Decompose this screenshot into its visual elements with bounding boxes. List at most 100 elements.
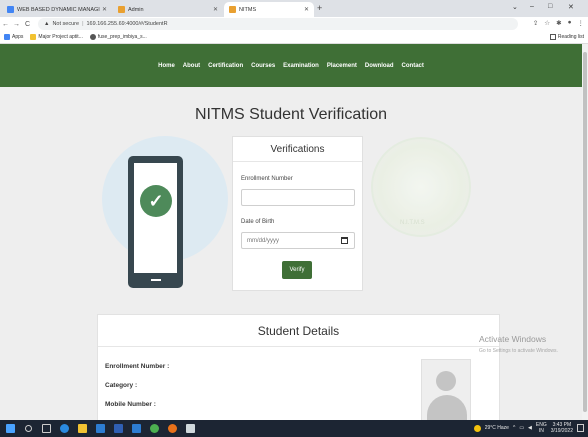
enrollment-label: Enrollment Number xyxy=(241,176,293,182)
activate-windows-subtitle: Go to Settings to activate Windows. xyxy=(479,348,558,354)
browser-tab-strip: WEB BASED DYNAMIC MANAGI ✕ Admin ✕ NITMS… xyxy=(0,0,588,17)
windows-taskbar: 29°C Haze ^ ▭ ◀ ENG IN 3:43 PM 3/19/2022 xyxy=(0,420,588,437)
browser-tab-3[interactable]: NITMS ✕ xyxy=(224,2,314,17)
enrollment-number-field: Enrollment Number : xyxy=(105,363,170,370)
forward-icon[interactable]: → xyxy=(11,21,22,28)
nav-certification[interactable]: Certification xyxy=(208,63,243,69)
reading-list-button[interactable]: Reading list xyxy=(549,34,584,40)
minimize-icon[interactable]: – xyxy=(530,3,534,10)
chevron-up-icon[interactable]: ^ xyxy=(513,425,515,431)
tab-search-icon[interactable]: ⌄ xyxy=(512,3,518,11)
browser-tab-1[interactable]: WEB BASED DYNAMIC MANAGI ✕ xyxy=(2,2,112,17)
nav-home[interactable]: Home xyxy=(158,63,175,69)
close-icon[interactable]: ✕ xyxy=(213,6,218,13)
tab-title: Admin xyxy=(128,6,144,13)
extensions-icon[interactable]: ✱ xyxy=(556,19,561,27)
calendar-icon[interactable] xyxy=(341,237,348,244)
nav-examination[interactable]: Examination xyxy=(283,63,319,69)
edge-icon[interactable] xyxy=(60,424,69,433)
bookmark-apps[interactable]: Apps xyxy=(4,34,23,40)
search-icon[interactable] xyxy=(25,425,32,432)
category-field: Category : xyxy=(105,382,138,389)
url-field[interactable]: ▲ Not secure | 169.166.255.69:4000/#/Stu… xyxy=(38,18,518,30)
tab-favicon-icon xyxy=(7,6,14,13)
verification-card: Verifications Enrollment Number Date of … xyxy=(232,136,363,291)
app-icon[interactable] xyxy=(186,424,195,433)
apps-grid-icon xyxy=(4,34,10,40)
reading-list-label: Reading list xyxy=(557,34,584,40)
page-scrollbar[interactable] xyxy=(582,44,588,420)
warning-icon[interactable]: ▲ xyxy=(44,21,49,27)
nav-contact[interactable]: Contact xyxy=(402,63,424,69)
tab-favicon-icon xyxy=(118,6,125,13)
avatar-body xyxy=(427,395,467,420)
nav-download[interactable]: Download xyxy=(365,63,394,69)
site-navbar: Home About Certification Courses Examina… xyxy=(0,44,582,87)
nav-courses[interactable]: Courses xyxy=(251,63,275,69)
share-icon[interactable]: ⇪ xyxy=(533,19,538,27)
language-region: IN xyxy=(538,428,544,434)
folder-icon xyxy=(30,34,37,40)
new-tab-icon[interactable]: + xyxy=(317,3,322,13)
notifications-icon[interactable] xyxy=(577,424,584,432)
verification-heading: Verifications xyxy=(233,137,362,162)
student-details-card: Student Details Enrollment Number : Cate… xyxy=(97,314,500,420)
tab-title: NITMS xyxy=(239,6,257,13)
enrollment-number-input[interactable] xyxy=(241,189,355,206)
dob-placeholder: mm/dd/yyyy xyxy=(247,237,280,244)
browser-tab-2[interactable]: Admin ✕ xyxy=(113,2,223,17)
star-icon[interactable]: ☆ xyxy=(544,19,550,27)
language-indicator[interactable]: ENG IN xyxy=(536,422,547,434)
weather-text[interactable]: 29°C Haze xyxy=(485,425,509,431)
dob-label: Date of Birth xyxy=(241,219,275,225)
tab-title: WEB BASED DYNAMIC MANAGI xyxy=(17,6,100,13)
student-details-heading: Student Details xyxy=(98,315,499,347)
bookmark-folder[interactable]: Major Project aptit... xyxy=(30,34,83,40)
system-tray: 29°C Haze ^ ▭ ◀ ENG IN 3:43 PM 3/19/2022 xyxy=(473,422,584,434)
word-icon[interactable] xyxy=(114,424,123,433)
maximize-icon[interactable]: □ xyxy=(548,3,552,10)
close-icon[interactable]: ✕ xyxy=(304,6,309,13)
bookmark-label: fuse_prep_imbiya_s... xyxy=(97,34,147,40)
page-viewport: Home About Certification Courses Examina… xyxy=(0,44,582,420)
chrome-icon[interactable] xyxy=(150,424,159,433)
file-explorer-icon[interactable] xyxy=(78,424,87,433)
url-text[interactable]: 169.166.255.69:4000/#/StudentR xyxy=(87,21,168,27)
nav-about[interactable]: About xyxy=(183,63,200,69)
app-icon[interactable] xyxy=(132,424,141,433)
bookmark-link[interactable]: fuse_prep_imbiya_s... xyxy=(89,34,147,40)
reload-icon[interactable]: C xyxy=(22,21,33,28)
address-bar: ← → C ▲ Not secure | 169.166.255.69:4000… xyxy=(0,17,588,31)
toolbar-right: ⇪ ☆ ✱ ● ⋮ xyxy=(533,19,584,27)
security-status[interactable]: Not secure xyxy=(52,21,79,27)
menu-icon[interactable]: ⋮ xyxy=(578,19,585,27)
student-photo-placeholder xyxy=(421,359,471,420)
reading-list-icon xyxy=(549,34,556,40)
profile-icon[interactable]: ● xyxy=(568,19,572,27)
nav-placement[interactable]: Placement xyxy=(327,63,357,69)
globe-icon xyxy=(89,34,96,40)
network-icon[interactable]: ▭ xyxy=(519,425,524,431)
back-icon[interactable]: ← xyxy=(0,21,11,28)
dob-input[interactable]: mm/dd/yyyy xyxy=(241,232,355,249)
bookmarks-bar: Apps Major Project aptit... fuse_prep_im… xyxy=(0,31,588,44)
window-close-icon[interactable]: ✕ xyxy=(568,3,574,11)
scrollbar-thumb[interactable] xyxy=(583,52,587,412)
app-icon[interactable] xyxy=(168,424,177,433)
phone-home-button xyxy=(151,279,161,281)
activate-windows-title: Activate Windows xyxy=(479,334,547,344)
volume-icon[interactable]: ◀ xyxy=(528,425,532,431)
watermark-text: N.I.T.M.S xyxy=(400,220,425,226)
bookmark-label: Major Project aptit... xyxy=(38,34,83,40)
separator: | xyxy=(82,21,84,27)
weather-icon[interactable] xyxy=(473,424,481,432)
checkmark-icon: ✓ xyxy=(140,185,172,217)
tab-favicon-icon xyxy=(229,6,236,13)
store-icon[interactable] xyxy=(96,424,105,433)
close-icon[interactable]: ✕ xyxy=(102,6,107,13)
verify-button[interactable]: Verify xyxy=(282,261,312,279)
task-view-icon[interactable] xyxy=(42,424,51,433)
clock[interactable]: 3:43 PM 3/19/2022 xyxy=(551,422,573,434)
start-icon[interactable] xyxy=(6,424,15,433)
clock-date: 3/19/2022 xyxy=(550,428,573,434)
